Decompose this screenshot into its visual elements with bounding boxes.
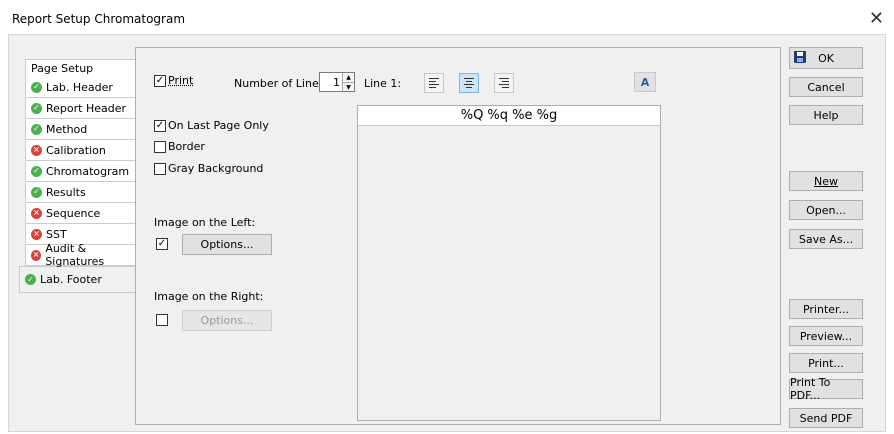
tab-method[interactable]: ✓ Method	[25, 119, 143, 140]
tab-label: Report Header	[46, 101, 127, 115]
spin-up-icon[interactable]: ▲	[343, 73, 354, 82]
print-button[interactable]: Print...	[789, 353, 863, 373]
check-circle-icon: ✓	[25, 274, 36, 285]
align-right-button[interactable]	[494, 73, 514, 93]
tab-label: Audit & Signatures	[45, 242, 105, 268]
tab-results[interactable]: ✓ Results	[25, 182, 143, 203]
image-right-options-button: Options...	[182, 310, 272, 331]
tab-page-setup[interactable]: Page Setup	[25, 59, 143, 77]
tab-list: Page Setup ✓ Lab. Header ✓ Report Header ✓ Me…	[19, 59, 145, 293]
image-left-label: Image on the Left:	[154, 216, 256, 229]
tab-chromatogram[interactable]: ✓ Chromatogram	[25, 161, 143, 182]
window-title: Report Setup Chromatogram	[12, 12, 186, 26]
check-circle-icon: ✓	[31, 165, 42, 177]
print-check-icon: ✓	[154, 75, 166, 87]
align-left-button[interactable]	[424, 73, 444, 93]
error-circle-icon: ×	[31, 144, 42, 156]
check-circle-icon: ✓	[31, 186, 42, 198]
gray-background-check-icon	[154, 163, 166, 175]
line-1-label: Line 1:	[364, 77, 402, 90]
error-circle-icon: ×	[31, 249, 42, 261]
title-bar: Report Setup Chromatogram ✕	[0, 0, 894, 38]
on-last-page-check-icon: ✓	[154, 120, 166, 132]
tab-label: Chromatogram	[46, 164, 130, 178]
border-checkbox[interactable]: Border	[154, 140, 205, 153]
cancel-button[interactable]: Cancel	[789, 77, 863, 97]
open-button[interactable]: Open...	[789, 200, 863, 220]
tab-label: Results	[46, 185, 86, 199]
footer-line-1[interactable]: %Q %q %e %g	[358, 106, 660, 126]
image-left-checkbox[interactable]: ✓	[156, 238, 168, 250]
spin-down-icon[interactable]: ▼	[343, 82, 354, 91]
lab-footer-panel: ✓ Print Number of Lines: 1 ▲ ▼ Line 1: A …	[135, 47, 781, 425]
check-circle-icon: ✓	[31, 123, 42, 135]
number-of-lines-label: Number of Lines:	[234, 77, 329, 90]
number-of-lines-value: 1	[333, 76, 340, 89]
gray-background-checkbox[interactable]: Gray Background	[154, 162, 263, 175]
tab-label: Lab. Footer	[40, 273, 102, 286]
align-center-button[interactable]	[459, 73, 479, 93]
new-button[interactable]: New	[789, 171, 863, 191]
help-button[interactable]: Help	[789, 105, 863, 125]
save-icon	[794, 51, 806, 63]
tab-label: Calibration	[46, 143, 106, 157]
image-right-checkbox[interactable]	[156, 314, 168, 326]
preview-button[interactable]: Preview...	[789, 326, 863, 346]
print-to-pdf-button[interactable]: Print To PDF...	[789, 376, 863, 402]
on-last-page-checkbox[interactable]: ✓ On Last Page Only	[154, 119, 269, 132]
tab-calibration[interactable]: × Calibration	[25, 140, 143, 161]
font-button[interactable]: A	[634, 72, 656, 92]
tab-label: Lab. Header	[46, 80, 113, 94]
dialog-client: Page Setup ✓ Lab. Header ✓ Report Header ✓ Me…	[8, 34, 886, 432]
printer-button[interactable]: Printer...	[789, 299, 863, 319]
image-right-label: Image on the Right:	[154, 290, 264, 303]
tab-report-header[interactable]: ✓ Report Header	[25, 98, 143, 119]
error-circle-icon: ×	[31, 228, 42, 240]
close-icon[interactable]: ✕	[869, 8, 884, 29]
print-checkbox[interactable]: ✓ Print	[154, 74, 193, 87]
check-circle-icon: ✓	[31, 102, 42, 114]
border-check-icon	[154, 141, 166, 153]
save-as-button[interactable]: Save As...	[789, 229, 863, 249]
send-pdf-button[interactable]: Send PDF	[789, 408, 863, 428]
ok-button[interactable]: OK	[789, 47, 863, 69]
number-of-lines-spinner[interactable]: 1 ▲ ▼	[319, 72, 355, 92]
footer-line-text-area[interactable]: %Q %q %e %g	[357, 105, 661, 421]
check-circle-icon: ✓	[31, 81, 42, 93]
error-circle-icon: ×	[31, 207, 42, 219]
tab-lab-header[interactable]: ✓ Lab. Header	[25, 77, 143, 98]
tab-label: SST	[46, 227, 67, 241]
tab-audit-signatures[interactable]: × Audit & Signatures	[25, 242, 143, 268]
tab-label: Sequence	[46, 206, 101, 220]
image-left-options-button[interactable]: Options...	[182, 234, 272, 255]
tab-sequence[interactable]: × Sequence	[25, 203, 143, 224]
tab-label: Method	[46, 122, 88, 136]
tab-lab-footer[interactable]: ✓ Lab. Footer	[19, 266, 145, 293]
